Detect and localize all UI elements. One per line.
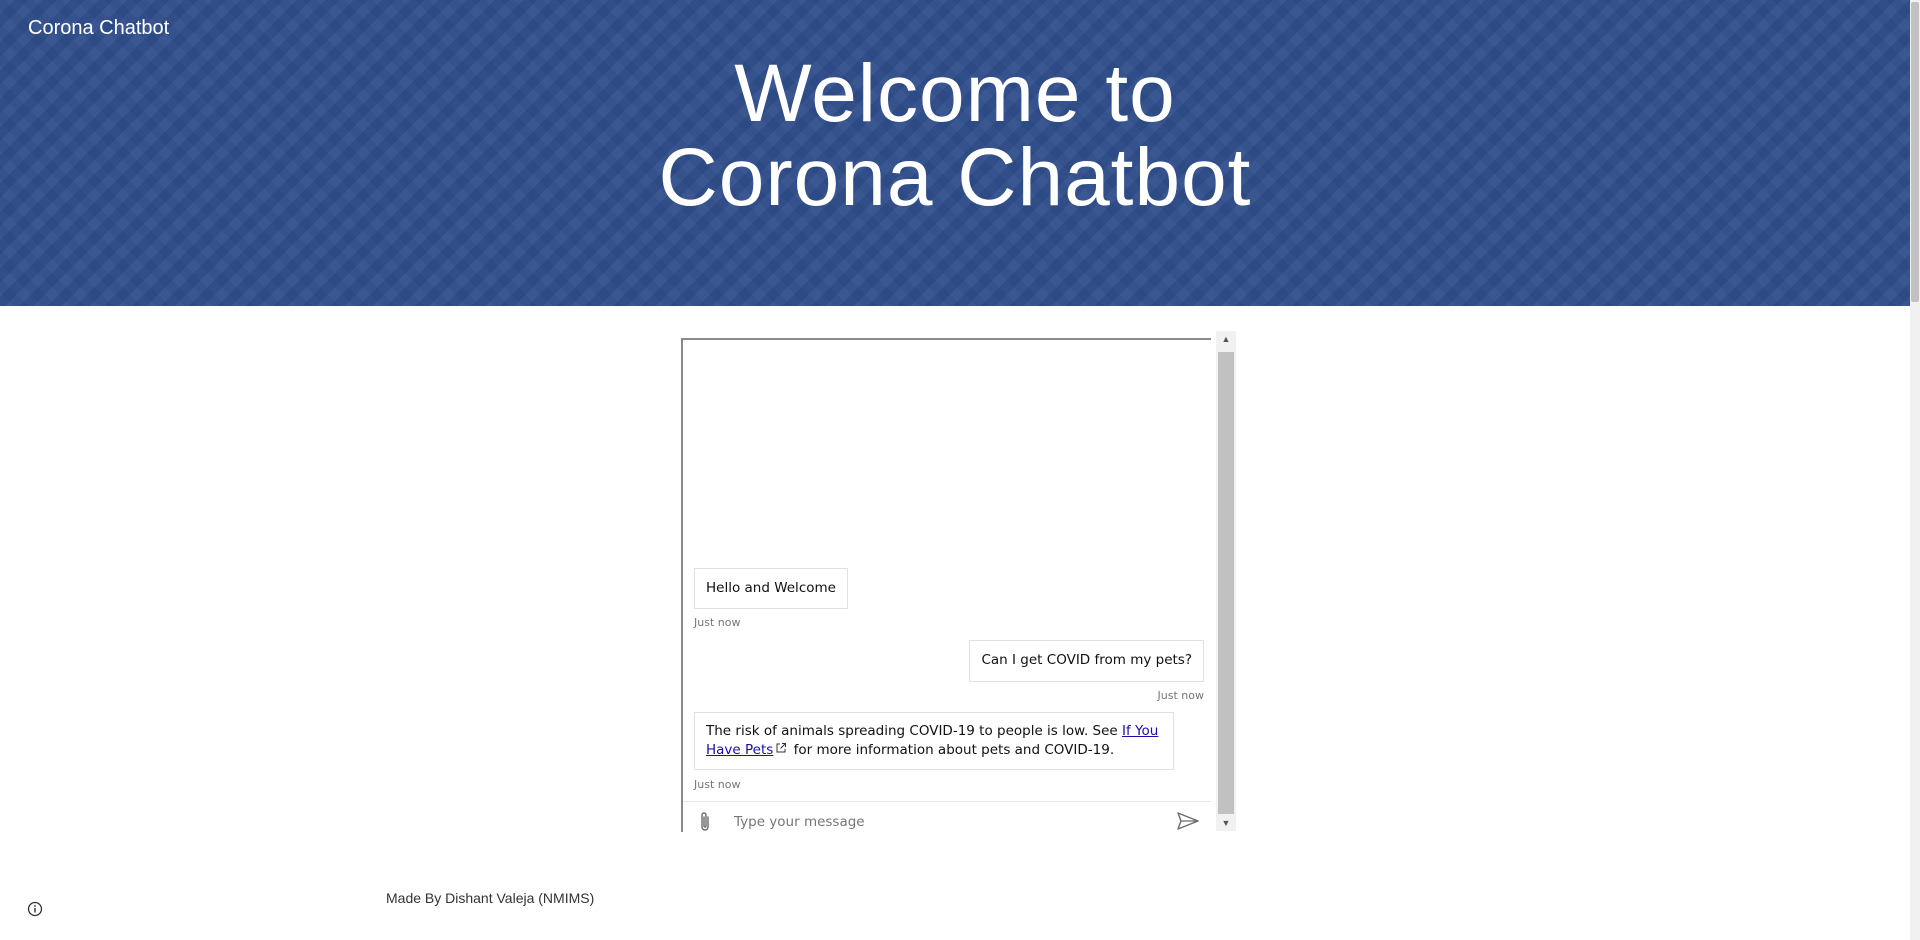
user-message-bubble: Can I get COVID from my pets? <box>969 640 1204 682</box>
message-timestamp: Just now <box>694 778 741 791</box>
page-title-line-2: Corona Chatbot <box>658 132 1252 223</box>
message-text-before: The risk of animals spreading COVID-19 t… <box>706 723 1123 739</box>
external-link-icon <box>775 741 787 760</box>
bot-message-bubble: The risk of animals spreading COVID-19 t… <box>694 712 1174 770</box>
chat-scrollbar-thumb[interactable] <box>1218 352 1234 814</box>
message-timestamp: Just now <box>694 616 741 629</box>
scroll-up-arrow-icon[interactable]: ▲ <box>1216 331 1236 347</box>
message-text: Can I get COVID from my pets? <box>981 652 1192 668</box>
message-list: Hello and Welcome Just now Can I get COV… <box>683 340 1211 801</box>
scroll-down-arrow-icon[interactable]: ▼ <box>1216 815 1236 831</box>
message-input[interactable] <box>732 810 1136 832</box>
message-composer <box>683 801 1211 832</box>
hero-banner: Corona Chatbot Welcome to Corona Chatbot <box>0 0 1910 306</box>
chat-scrollbar[interactable]: ▲ ▼ <box>1216 331 1236 831</box>
page-scrollbar[interactable] <box>1910 0 1920 940</box>
message-text-after: for more information about pets and COVI… <box>789 742 1115 758</box>
send-icon[interactable] <box>1176 810 1200 832</box>
bot-message-bubble: Hello and Welcome <box>694 568 848 609</box>
paperclip-icon[interactable] <box>695 811 715 832</box>
footer-credit: Made By Dishant Valeja (NMIMS) <box>386 890 595 906</box>
info-icon[interactable] <box>27 901 43 917</box>
message-timestamp: Just now <box>1157 689 1204 702</box>
page-title: Welcome to Corona Chatbot <box>0 52 1910 220</box>
chat-widget: Hello and Welcome Just now Can I get COV… <box>681 338 1211 832</box>
page-scrollbar-thumb[interactable] <box>1911 2 1919 302</box>
message-text: Hello and Welcome <box>706 580 836 596</box>
brand-title[interactable]: Corona Chatbot <box>28 17 169 40</box>
page-title-line-1: Welcome to <box>734 48 1176 139</box>
